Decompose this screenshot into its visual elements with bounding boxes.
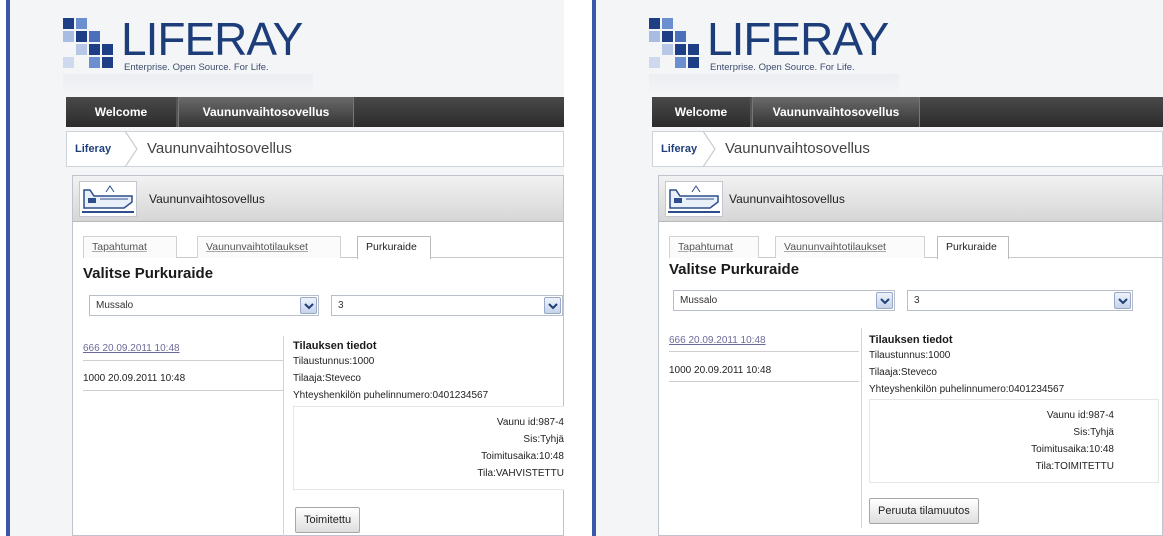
liferay-logo-mark-icon [649,18,699,68]
tab-vaununvaihtotilaukset[interactable]: Vaununvaihtotilaukset [197,236,341,258]
breadcrumb-home-link[interactable]: Liferay [661,132,697,166]
cancel-status-change-button[interactable]: Peruuta tilamuutos [869,498,979,524]
chevron-down-icon[interactable] [544,297,561,314]
logo-reflection [649,74,899,94]
location-select[interactable]: Mussalo [89,295,319,316]
liferay-logo: LIFERAY Enterprise. Open Source. For Lif… [649,12,899,94]
track-select-value: 3 [338,300,344,311]
portlet-title: Vaununvaihtosovellus [149,192,265,206]
portlet-title: Vaununvaihtosovellus [729,192,845,206]
order-customer: Tilaaja:Steveco [293,373,361,384]
tab-purkuraide[interactable]: Purkuraide [937,236,1009,259]
logo-tagline: Enterprise. Open Source. For Life. [124,62,269,73]
nav-tab-vaununvaihtosovellus[interactable]: Vaununvaihtosovellus [752,97,920,127]
breadcrumb-chevron-icon [702,131,716,167]
list-column-border [283,336,284,536]
portlet-header: Vaununvaihtosovellus [659,176,1162,222]
main-navigation: Welcome Vaununvaihtosovellus [652,97,1163,127]
order-id: Tilaustunnus:1000 [869,350,951,361]
nav-tab-vaununvaihtosovellus[interactable]: Vaununvaihtosovellus [178,97,354,127]
wagon-info-box: Vaunu id:987-4 Sis:Tyhjä Toimitusaika:10… [293,406,564,490]
wagon-id: Vaunu id:987-4 [1046,410,1114,421]
list-divider [669,351,859,352]
tab-purkuraide[interactable]: Purkuraide [357,236,431,259]
chevron-down-icon[interactable] [1114,292,1131,309]
location-select-value: Mussalo [680,295,718,306]
tab-tapahtumat[interactable]: Tapahtumat [669,236,759,258]
breadcrumb-chevron-icon [124,131,138,167]
chevron-down-icon[interactable] [876,292,893,309]
order-details-title: Tilauksen tiedot [869,334,953,346]
wagon-id: Vaunu id:987-4 [496,417,564,428]
breadcrumb-current: Vaununvaihtosovellus [147,140,292,157]
order-list-item[interactable]: 1000 20.09.2011 10:48 [83,373,185,384]
list-divider [83,360,283,361]
wagon-delivery-time: Toimitusaika:10:48 [1031,444,1114,455]
logo-wordmark: LIFERAY [121,13,303,65]
logo-wordmark: LIFERAY [707,13,889,65]
liferay-logo: LIFERAY Enterprise. Open Source. For Lif… [63,12,313,94]
logo-tagline: Enterprise. Open Source. For Life. [710,62,855,73]
tab-vaununvaihtotilaukset[interactable]: Vaununvaihtotilaukset [775,236,925,258]
track-select-value: 3 [914,295,920,306]
train-icon [79,181,137,217]
chevron-down-icon[interactable] [300,297,317,314]
delivered-button[interactable]: Toimitettu [295,507,361,533]
liferay-panel-after: LIFERAY Enterprise. Open Source. For Lif… [592,0,1163,536]
portlet-header: Vaununvaihtosovellus [73,176,563,222]
liferay-panel-before: LIFERAY Enterprise. Open Source. For Lif… [6,0,564,536]
order-list-item[interactable]: 666 20.09.2011 10:48 [83,343,180,354]
list-divider [669,381,859,382]
portlet-tabs: Tapahtumat Vaununvaihtotilaukset Purkura… [669,234,1162,259]
breadcrumb-home-link[interactable]: Liferay [75,132,111,166]
order-details-title: Tilauksen tiedot [293,340,377,352]
main-navigation: Welcome Vaununvaihtosovellus [66,97,564,127]
wagon-content: Sis:Tyhjä [523,434,564,445]
wagon-status: Tila:TOIMITETTU [1035,461,1114,472]
breadcrumb: Liferay Vaununvaihtosovellus [652,131,1163,167]
contact-phone: Yhteyshenkilön puhelinnumero:0401234567 [869,384,1065,395]
liferay-logo-mark-icon [63,18,113,68]
section-heading: Valitse Purkuraide [83,265,214,282]
wagon-delivery-time: Toimitusaika:10:48 [481,451,564,462]
tab-tapahtumat[interactable]: Tapahtumat [83,236,177,258]
wagon-content: Sis:Tyhjä [1073,427,1114,438]
wagon-status: Tila:VAHVISTETTU [477,468,564,479]
nav-tab-welcome[interactable]: Welcome [66,97,176,127]
breadcrumb-current: Vaununvaihtosovellus [725,140,870,157]
nav-tab-welcome[interactable]: Welcome [652,97,750,127]
list-divider [83,390,283,391]
order-list-item[interactable]: 1000 20.09.2011 10:48 [669,365,771,376]
order-id: Tilaustunnus:1000 [293,356,375,367]
breadcrumb: Liferay Vaununvaihtosovellus [66,131,564,167]
track-select[interactable]: 3 [331,295,563,316]
location-select-value: Mussalo [96,300,134,311]
train-icon [665,181,723,217]
order-customer: Tilaaja:Steveco [869,367,937,378]
list-column-border [861,328,862,528]
portlet-vaununvaihto: Vaununvaihtosovellus Tapahtumat Vaununva… [72,175,564,536]
logo-reflection [63,74,313,94]
contact-phone: Yhteyshenkilön puhelinnumero:0401234567 [293,390,489,401]
location-select[interactable]: Mussalo [673,290,895,311]
order-list-item[interactable]: 666 20.09.2011 10:48 [669,335,766,346]
portlet-tabs: Tapahtumat Vaununvaihtotilaukset Purkura… [83,234,563,259]
portlet-vaununvaihto: Vaununvaihtosovellus Tapahtumat Vaununva… [658,175,1163,536]
track-select[interactable]: 3 [907,290,1133,311]
wagon-info-box: Vaunu id:987-4 Sis:Tyhjä Toimitusaika:10… [869,399,1159,483]
section-heading: Valitse Purkuraide [669,261,800,278]
